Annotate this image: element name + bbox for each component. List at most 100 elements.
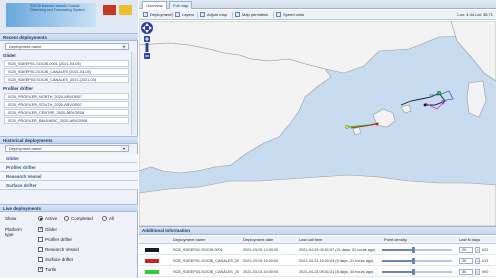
checkbox-surface-drifter[interactable] — [38, 257, 43, 262]
tab-full-map[interactable]: Full map — [169, 1, 193, 9]
platform-marker[interactable] — [423, 103, 427, 107]
radio-completed-label: Completed — [71, 216, 93, 221]
tab-bar: Overview Full map — [139, 0, 496, 9]
point-density-slider[interactable] — [382, 258, 452, 264]
map-navigation-control[interactable] — [139, 21, 155, 61]
island-ibiza — [352, 126, 362, 136]
category-research-vessel[interactable]: Research Vessel — [0, 172, 138, 181]
radio-active[interactable] — [38, 216, 43, 221]
platform-marker[interactable] — [441, 101, 445, 105]
historical-deployment-dropdown-value: Deployment name — [9, 146, 42, 151]
cell-deployment-date: 2021-03-03 10:00:00 — [243, 259, 279, 263]
col-deployment-name[interactable]: Deployment name — [173, 236, 205, 244]
profiler-item[interactable]: SCB_PROFILER_NORTH_2020-ARVOR07 — [4, 93, 129, 100]
point-density-slider[interactable] — [382, 269, 452, 275]
glider-item[interactable]: SCB_SDEEP03-SOCIB_CANALES_2021 (2021-03) — [4, 76, 129, 83]
slider-handle[interactable] — [412, 269, 415, 275]
last-n-days-input[interactable]: 20 — [459, 258, 473, 264]
deployments-button[interactable]: Deployments — [143, 11, 173, 19]
coordinate-readout: Lon: 4.44 Lat: 38.71 — [457, 12, 493, 17]
slider-fill — [382, 271, 414, 273]
hours-value: h22 — [482, 248, 489, 252]
adjust-map-button[interactable]: Adjust map — [200, 11, 227, 19]
table-row[interactable]: SCB_SDEEP01-SOCIB_CANALES_20... 2021-03-0… — [139, 256, 496, 266]
speed-units-button-label: Speed units — [283, 12, 305, 17]
speed-units-button[interactable]: Speed units — [276, 11, 304, 19]
category-glider[interactable]: Glider — [0, 154, 138, 163]
platform-marker[interactable] — [345, 125, 349, 129]
checkbox-profiler-drifter[interactable] — [38, 237, 43, 242]
slider-handle[interactable] — [412, 247, 415, 253]
zoom-slider[interactable] — [145, 43, 149, 52]
land-africa — [139, 174, 496, 226]
table-header: Deployment name Deployment date Last cal… — [139, 236, 496, 244]
platform-marker[interactable] — [375, 122, 379, 126]
additional-info-header[interactable]: Additional information — [139, 227, 496, 235]
partner-logo-red — [103, 5, 116, 15]
map-canvas[interactable] — [139, 21, 496, 226]
map-permalink-button-label: Map permalink — [242, 12, 269, 17]
radio-all[interactable] — [102, 216, 107, 221]
hours-value: h13 — [482, 259, 489, 263]
historical-deployment-dropdown[interactable]: Deployment name ▾ — [5, 145, 129, 152]
radio-active-label: Active — [45, 216, 58, 221]
cell-deployment-date: 2021-03-03 10:00:00 — [243, 270, 279, 274]
col-point-density[interactable]: Point density — [384, 236, 407, 244]
historical-deployments-header[interactable]: Historical deployments — [0, 136, 138, 144]
cell-deployment-name: SCB_SDEEP01-SOCIB-0001 — [173, 248, 223, 252]
layers-button[interactable]: Layers — [175, 11, 194, 19]
list-scrollbar[interactable] — [131, 52, 136, 135]
spinner-arrows-icon[interactable]: ↕ — [475, 269, 480, 275]
checkbox-glider[interactable] — [38, 226, 43, 232]
slider-fill — [382, 260, 414, 262]
spinner-arrows-icon[interactable]: ↕ — [475, 258, 480, 264]
recent-deployment-dropdown-value: Deployment name — [9, 44, 42, 49]
slider-handle[interactable] — [412, 258, 415, 264]
glider-item[interactable]: SCB_SDEEP01-SOCIB_CANALES (2021-03-03) — [4, 68, 129, 75]
speed-icon — [276, 12, 281, 17]
map-permalink-button[interactable]: Map permalink — [235, 11, 268, 19]
col-last-n-days[interactable]: Last N days — [459, 236, 480, 244]
track-color-swatch — [145, 259, 159, 263]
col-last-call-time[interactable]: Last call time — [299, 236, 322, 244]
radio-all-label: All — [109, 216, 115, 221]
category-profiler-drifter[interactable]: Profiler drifter — [0, 163, 138, 172]
last-n-days-input[interactable]: 20 — [459, 247, 473, 253]
logo-text: SOCIB Balearic Islands Coastal Observing… — [30, 4, 85, 12]
profiler-item[interactable]: SCB_PROFILER_CENTRE_2020-ARVOR08 — [4, 109, 129, 116]
toolbar-separator — [172, 12, 173, 18]
adjust-map-icon — [200, 12, 205, 17]
map-toolbar: Deployments Layers Adjust map Map permal… — [139, 10, 496, 20]
table-row[interactable]: SCB_SDEEP01-SOCIB-0001 2021-03-03 12:00:0… — [139, 245, 496, 255]
live-deployments-header[interactable]: Live deployments — [0, 204, 138, 212]
spinner-arrows-icon[interactable]: ↕ — [475, 247, 480, 253]
tab-overview[interactable]: Overview — [142, 1, 167, 9]
map-svg — [139, 21, 496, 226]
chevron-down-icon: ▾ — [121, 146, 127, 151]
deployments-icon — [143, 12, 148, 17]
deployments-button-label: Deployments — [150, 12, 174, 17]
last-n-days-input[interactable]: 30 — [459, 269, 473, 275]
chevron-down-icon: ▾ — [121, 44, 127, 49]
recent-deployments-header[interactable]: Recent deployments — [0, 33, 138, 41]
checkbox-research-vessel[interactable] — [38, 247, 43, 252]
profiler-item[interactable]: SCB_PROFILER_SOUTH_2020-ARVOR07 — [4, 101, 129, 108]
platform-marker[interactable] — [437, 90, 442, 95]
point-density-slider[interactable] — [382, 247, 452, 253]
land-sardinia — [466, 80, 487, 118]
recent-deployment-dropdown[interactable]: Deployment name ▾ — [5, 43, 129, 50]
radio-completed[interactable] — [64, 216, 69, 221]
glider-item[interactable]: SCB_SDEEP01-SOCIB-0001 (2021-03-03) — [4, 60, 129, 67]
additional-info-panel: Additional information Deployment name D… — [139, 226, 496, 278]
track-magenta[interactable] — [424, 102, 444, 110]
checkbox-turtle[interactable] — [38, 266, 43, 272]
toolbar-separator — [232, 12, 233, 18]
category-surface-drifter[interactable]: Surface drifter — [0, 181, 138, 190]
partner-logos — [103, 5, 133, 17]
hours-value: h00 — [482, 270, 489, 274]
col-deployment-date[interactable]: Deployment date — [243, 236, 273, 244]
checkbox-glider-label: Glider — [45, 227, 58, 232]
profiler-item[interactable]: SCB_PROFILER_BALEARIC_2020-ARVOR08 — [4, 117, 129, 124]
table-row[interactable]: SCB_SDEEP03-SOCIB_CANALES_20... 2021-03-0… — [139, 267, 496, 277]
cell-last-call-time: 2021-04-23 09:51:31 (8 days, 04 hours ag… — [299, 270, 374, 274]
